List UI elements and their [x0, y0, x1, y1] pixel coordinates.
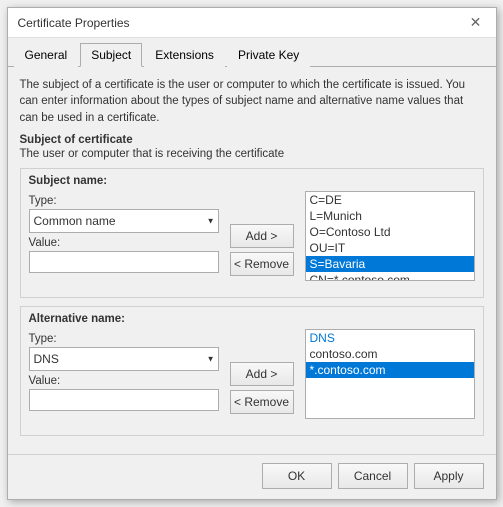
subject-name-left: Type: Common name Organization Organizat…	[29, 191, 219, 281]
subject-mid-panel: Add > < Remove	[227, 191, 297, 281]
alt-list-header: DNS	[306, 330, 474, 346]
subject-type-select[interactable]: Common name Organization Organizational …	[29, 209, 219, 233]
list-item[interactable]: O=Contoso Ltd	[306, 224, 474, 240]
list-item[interactable]: CN=*.contoso.com	[306, 272, 474, 281]
subject-value-input[interactable]	[29, 251, 219, 273]
alt-remove-button[interactable]: < Remove	[230, 390, 294, 414]
subject-list-panel: C=DE L=Munich O=Contoso Ltd OU=IT S=Bava…	[305, 191, 475, 281]
cancel-button[interactable]: Cancel	[338, 463, 408, 489]
tab-private-key[interactable]: Private Key	[227, 43, 310, 67]
ok-button[interactable]: OK	[262, 463, 332, 489]
tab-subject[interactable]: Subject	[80, 43, 142, 67]
close-button[interactable]: ✕	[466, 13, 486, 33]
subject-name-group: Subject name: Type: Common name Organiza…	[20, 168, 484, 298]
subject-value-label: Value:	[29, 237, 219, 249]
list-item[interactable]: contoso.com	[306, 346, 474, 362]
alt-value-label: Value:	[29, 375, 219, 387]
subject-name-listbox[interactable]: C=DE L=Munich O=Contoso Ltd OU=IT S=Bava…	[305, 191, 475, 281]
dialog-title: Certificate Properties	[18, 16, 130, 30]
alt-mid-panel: Add > < Remove	[227, 329, 297, 419]
alt-name-label: Alternative name:	[29, 313, 475, 325]
subject-cert-title: Subject of certificate	[20, 134, 484, 146]
list-item[interactable]: L=Munich	[306, 208, 474, 224]
list-item-selected[interactable]: *.contoso.com	[306, 362, 474, 378]
title-bar: Certificate Properties ✕	[8, 8, 496, 38]
alt-name-group: Alternative name: Type: DNS Email IP Add…	[20, 306, 484, 436]
tab-bar: General Subject Extensions Private Key	[8, 38, 496, 67]
alt-name-left: Type: DNS Email IP Address URI ▼ Value:	[29, 329, 219, 419]
alt-type-select-wrapper: DNS Email IP Address URI ▼	[29, 347, 219, 371]
list-item[interactable]: OU=IT	[306, 240, 474, 256]
subject-add-button[interactable]: Add >	[230, 224, 294, 248]
tab-extensions[interactable]: Extensions	[144, 43, 225, 67]
subject-cert-desc: The user or computer that is receiving t…	[20, 148, 484, 160]
alt-name-row: Type: DNS Email IP Address URI ▼ Value:	[29, 329, 475, 419]
subject-remove-button[interactable]: < Remove	[230, 252, 294, 276]
alt-add-button[interactable]: Add >	[230, 362, 294, 386]
subject-type-select-wrapper: Common name Organization Organizational …	[29, 209, 219, 233]
subject-name-label: Subject name:	[29, 175, 475, 187]
info-text: The subject of a certificate is the user…	[20, 77, 484, 125]
list-item-selected[interactable]: S=Bavaria	[306, 256, 474, 272]
alt-type-label: Type:	[29, 333, 219, 345]
apply-button[interactable]: Apply	[414, 463, 484, 489]
dialog-footer: OK Cancel Apply	[8, 454, 496, 499]
tab-general[interactable]: General	[14, 43, 79, 67]
alt-value-input[interactable]	[29, 389, 219, 411]
certificate-properties-dialog: Certificate Properties ✕ General Subject…	[7, 7, 497, 499]
alt-name-listbox[interactable]: DNS contoso.com *.contoso.com	[305, 329, 475, 419]
alt-list-panel: DNS contoso.com *.contoso.com	[305, 329, 475, 419]
list-item[interactable]: C=DE	[306, 192, 474, 208]
content-area: The subject of a certificate is the user…	[8, 67, 496, 453]
subject-name-row: Type: Common name Organization Organizat…	[29, 191, 475, 281]
alt-type-select[interactable]: DNS Email IP Address URI	[29, 347, 219, 371]
subject-type-label: Type:	[29, 195, 219, 207]
